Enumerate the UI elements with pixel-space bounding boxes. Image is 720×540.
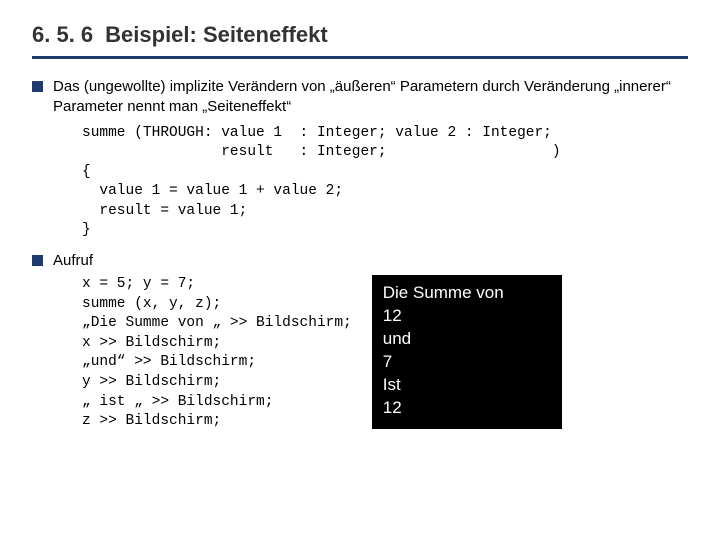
- bullet-item-1: Das (ungewollte) implizite Verändern von…: [32, 77, 688, 118]
- output-console: Die Summe von 12 und 7 Ist 12: [372, 275, 562, 429]
- heading-row: 6. 5. 6 Beispiel: Seiteneffekt: [32, 22, 688, 48]
- slide: 6. 5. 6 Beispiel: Seiteneffekt Das (unge…: [0, 0, 720, 540]
- code-block-definition: summe (THROUGH: value 1 : Integer; value…: [82, 124, 688, 241]
- bullet-text-2: Aufruf: [53, 251, 93, 271]
- code-block-call: x = 5; y = 7; summe (x, y, z); „Die Summ…: [82, 275, 352, 432]
- bullet-text-1: Das (ungewollte) implizite Verändern von…: [53, 77, 688, 118]
- call-and-output-row: x = 5; y = 7; summe (x, y, z); „Die Summ…: [82, 275, 688, 432]
- horizontal-rule: [32, 56, 688, 59]
- bullet-item-2: Aufruf: [32, 251, 688, 271]
- bullet-square-icon: [32, 81, 43, 92]
- bullet-square-icon: [32, 255, 43, 266]
- section-title: Beispiel: Seiteneffekt: [105, 22, 328, 48]
- section-number: 6. 5. 6: [32, 22, 93, 48]
